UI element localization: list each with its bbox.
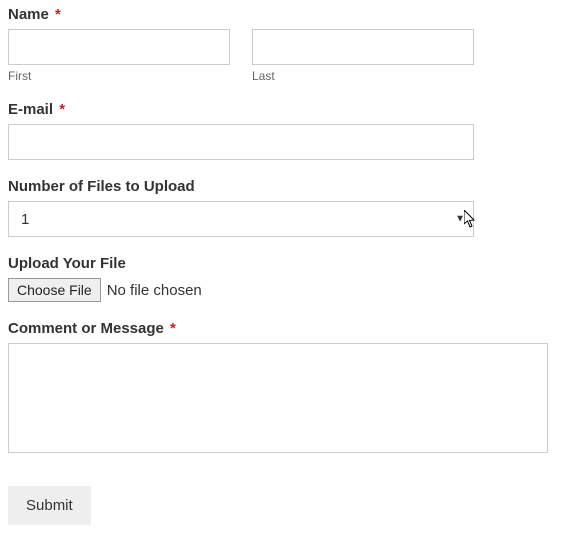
first-name-input[interactable] — [8, 29, 230, 65]
last-name-input[interactable] — [252, 29, 474, 65]
last-name-sublabel: Last — [252, 69, 474, 83]
comment-required: * — [170, 320, 176, 337]
upload-label: Upload Your File — [8, 255, 554, 272]
email-label-text: E-mail — [8, 101, 53, 118]
numfiles-label: Number of Files to Upload — [8, 178, 554, 195]
numfiles-select[interactable]: 1 ▼ — [8, 201, 474, 237]
chevron-down-icon: ▼ — [455, 214, 465, 225]
comment-label: Comment or Message * — [8, 320, 554, 337]
comment-label-text: Comment or Message — [8, 320, 164, 337]
name-label: Name * — [8, 6, 554, 23]
name-required: * — [55, 6, 61, 23]
choose-file-button[interactable]: Choose File — [8, 278, 101, 302]
name-label-text: Name — [8, 6, 49, 23]
comment-textarea[interactable] — [8, 343, 548, 453]
email-required: * — [59, 101, 65, 118]
numfiles-selected-value: 1 — [21, 211, 29, 228]
first-name-sublabel: First — [8, 69, 230, 83]
submit-button[interactable]: Submit — [8, 486, 91, 525]
email-label: E-mail * — [8, 101, 554, 118]
email-input[interactable] — [8, 124, 474, 160]
file-chosen-status: No file chosen — [107, 282, 202, 299]
